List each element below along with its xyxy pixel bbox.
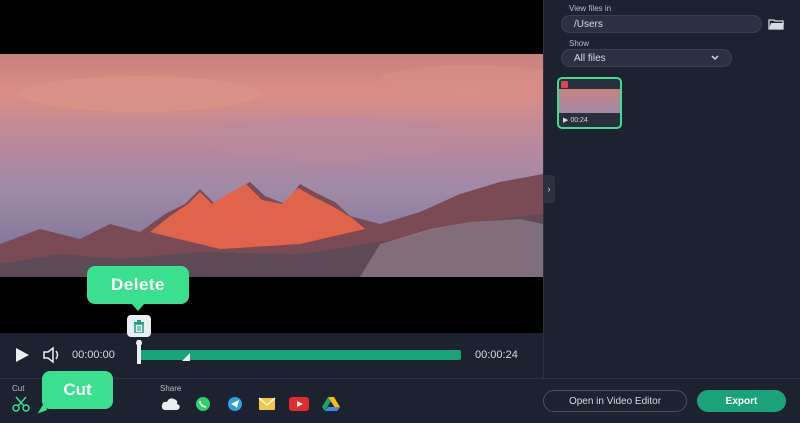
delete-tooltip: Delete <box>87 266 189 311</box>
path-field[interactable]: /Users <box>561 15 762 33</box>
video-frame <box>0 54 543 277</box>
play-icon[interactable] <box>14 347 30 363</box>
delete-button[interactable] <box>127 315 151 337</box>
collapse-panel-button[interactable]: › <box>543 175 555 203</box>
current-time: 00:00:00 <box>72 349 115 361</box>
whatsapp-icon[interactable] <box>192 395 214 413</box>
remove-clip-icon[interactable] <box>561 81 568 88</box>
show-label: Show <box>569 39 590 48</box>
mail-icon[interactable] <box>256 395 278 413</box>
cut-label: Cut <box>12 384 25 393</box>
folder-icon[interactable] <box>768 18 784 30</box>
chevron-right-icon: › <box>547 184 551 194</box>
total-time: 00:00:24 <box>475 349 518 361</box>
app-window: 00:00:00 00:00:24 Delete Cut Cut Share O… <box>0 0 800 423</box>
thumbnail-duration-text: 00:24 <box>570 117 588 124</box>
cut-tooltip: Cut <box>42 371 113 409</box>
share-label: Share <box>160 384 182 393</box>
open-in-video-editor-button[interactable]: Open in Video Editor <box>543 390 687 412</box>
trim-end-handle[interactable] <box>182 353 190 361</box>
chevron-down-icon <box>711 55 719 61</box>
volume-icon[interactable] <box>42 346 62 364</box>
video-player <box>0 0 543 333</box>
trash-icon <box>134 319 144 333</box>
show-filter-select[interactable]: All files <box>561 49 732 67</box>
google-drive-icon[interactable] <box>320 395 342 413</box>
youtube-icon[interactable] <box>288 395 310 413</box>
mountain-scene <box>0 65 543 277</box>
share-icons <box>160 395 342 413</box>
thumbnail-image <box>559 89 620 113</box>
cloud-icon[interactable] <box>160 395 182 413</box>
show-filter-value: All files <box>574 52 606 64</box>
clip-thumbnail[interactable]: ▶ 00:24 <box>557 77 622 129</box>
export-button[interactable]: Export <box>697 390 786 412</box>
view-files-label: View files in <box>569 4 612 13</box>
scissors-icon[interactable] <box>12 396 30 412</box>
thumbnail-duration: ▶ 00:24 <box>563 117 588 124</box>
telegram-icon[interactable] <box>224 395 246 413</box>
trim-start-handle[interactable] <box>134 340 144 364</box>
